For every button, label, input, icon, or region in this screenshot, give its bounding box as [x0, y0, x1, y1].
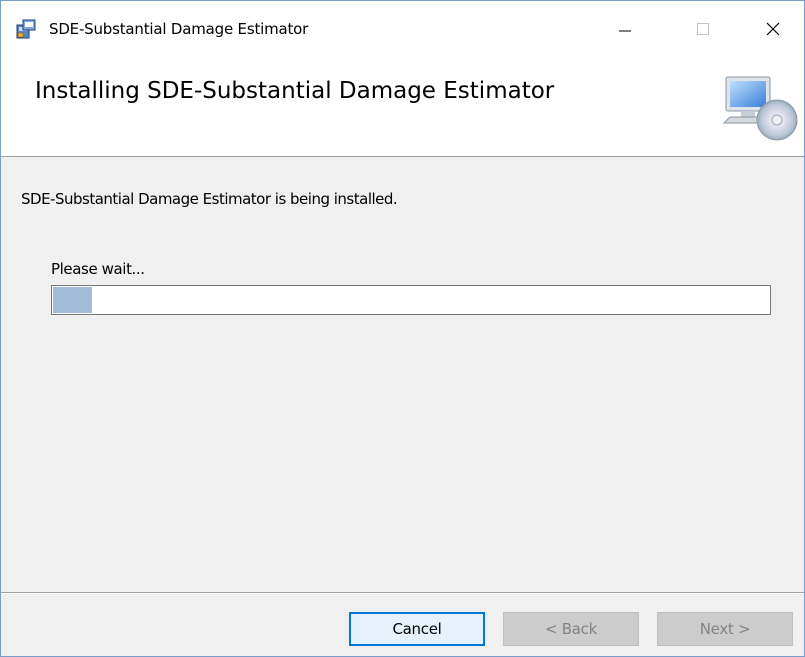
status-text: SDE-Substantial Damage Estimator is bein… [21, 190, 398, 208]
content-area: SDE-Substantial Damage Estimator is bein… [1, 158, 804, 592]
close-button[interactable] [751, 9, 795, 49]
minimize-icon [619, 30, 631, 32]
cancel-button[interactable]: Cancel [349, 612, 485, 646]
next-button: Next > [657, 612, 793, 646]
progress-fill [53, 287, 92, 313]
title-bar[interactable]: SDE-Substantial Damage Estimator [1, 1, 804, 59]
computer-cd-icon [721, 73, 801, 143]
installer-app-icon [15, 18, 37, 40]
maximize-icon [697, 23, 709, 35]
installer-window: SDE-Substantial Damage Estimator Install… [0, 0, 805, 657]
install-progress-bar [51, 285, 771, 315]
maximize-button [681, 9, 725, 49]
footer-divider-highlight [1, 593, 804, 594]
wait-label: Please wait... [51, 260, 145, 278]
window-title: SDE-Substantial Damage Estimator [49, 20, 309, 38]
back-button: < Back [503, 612, 639, 646]
close-icon [766, 22, 780, 36]
banner: Installing SDE-Substantial Damage Estima… [1, 59, 804, 157]
minimize-button[interactable] [603, 9, 647, 49]
page-title: Installing SDE-Substantial Damage Estima… [35, 78, 555, 104]
